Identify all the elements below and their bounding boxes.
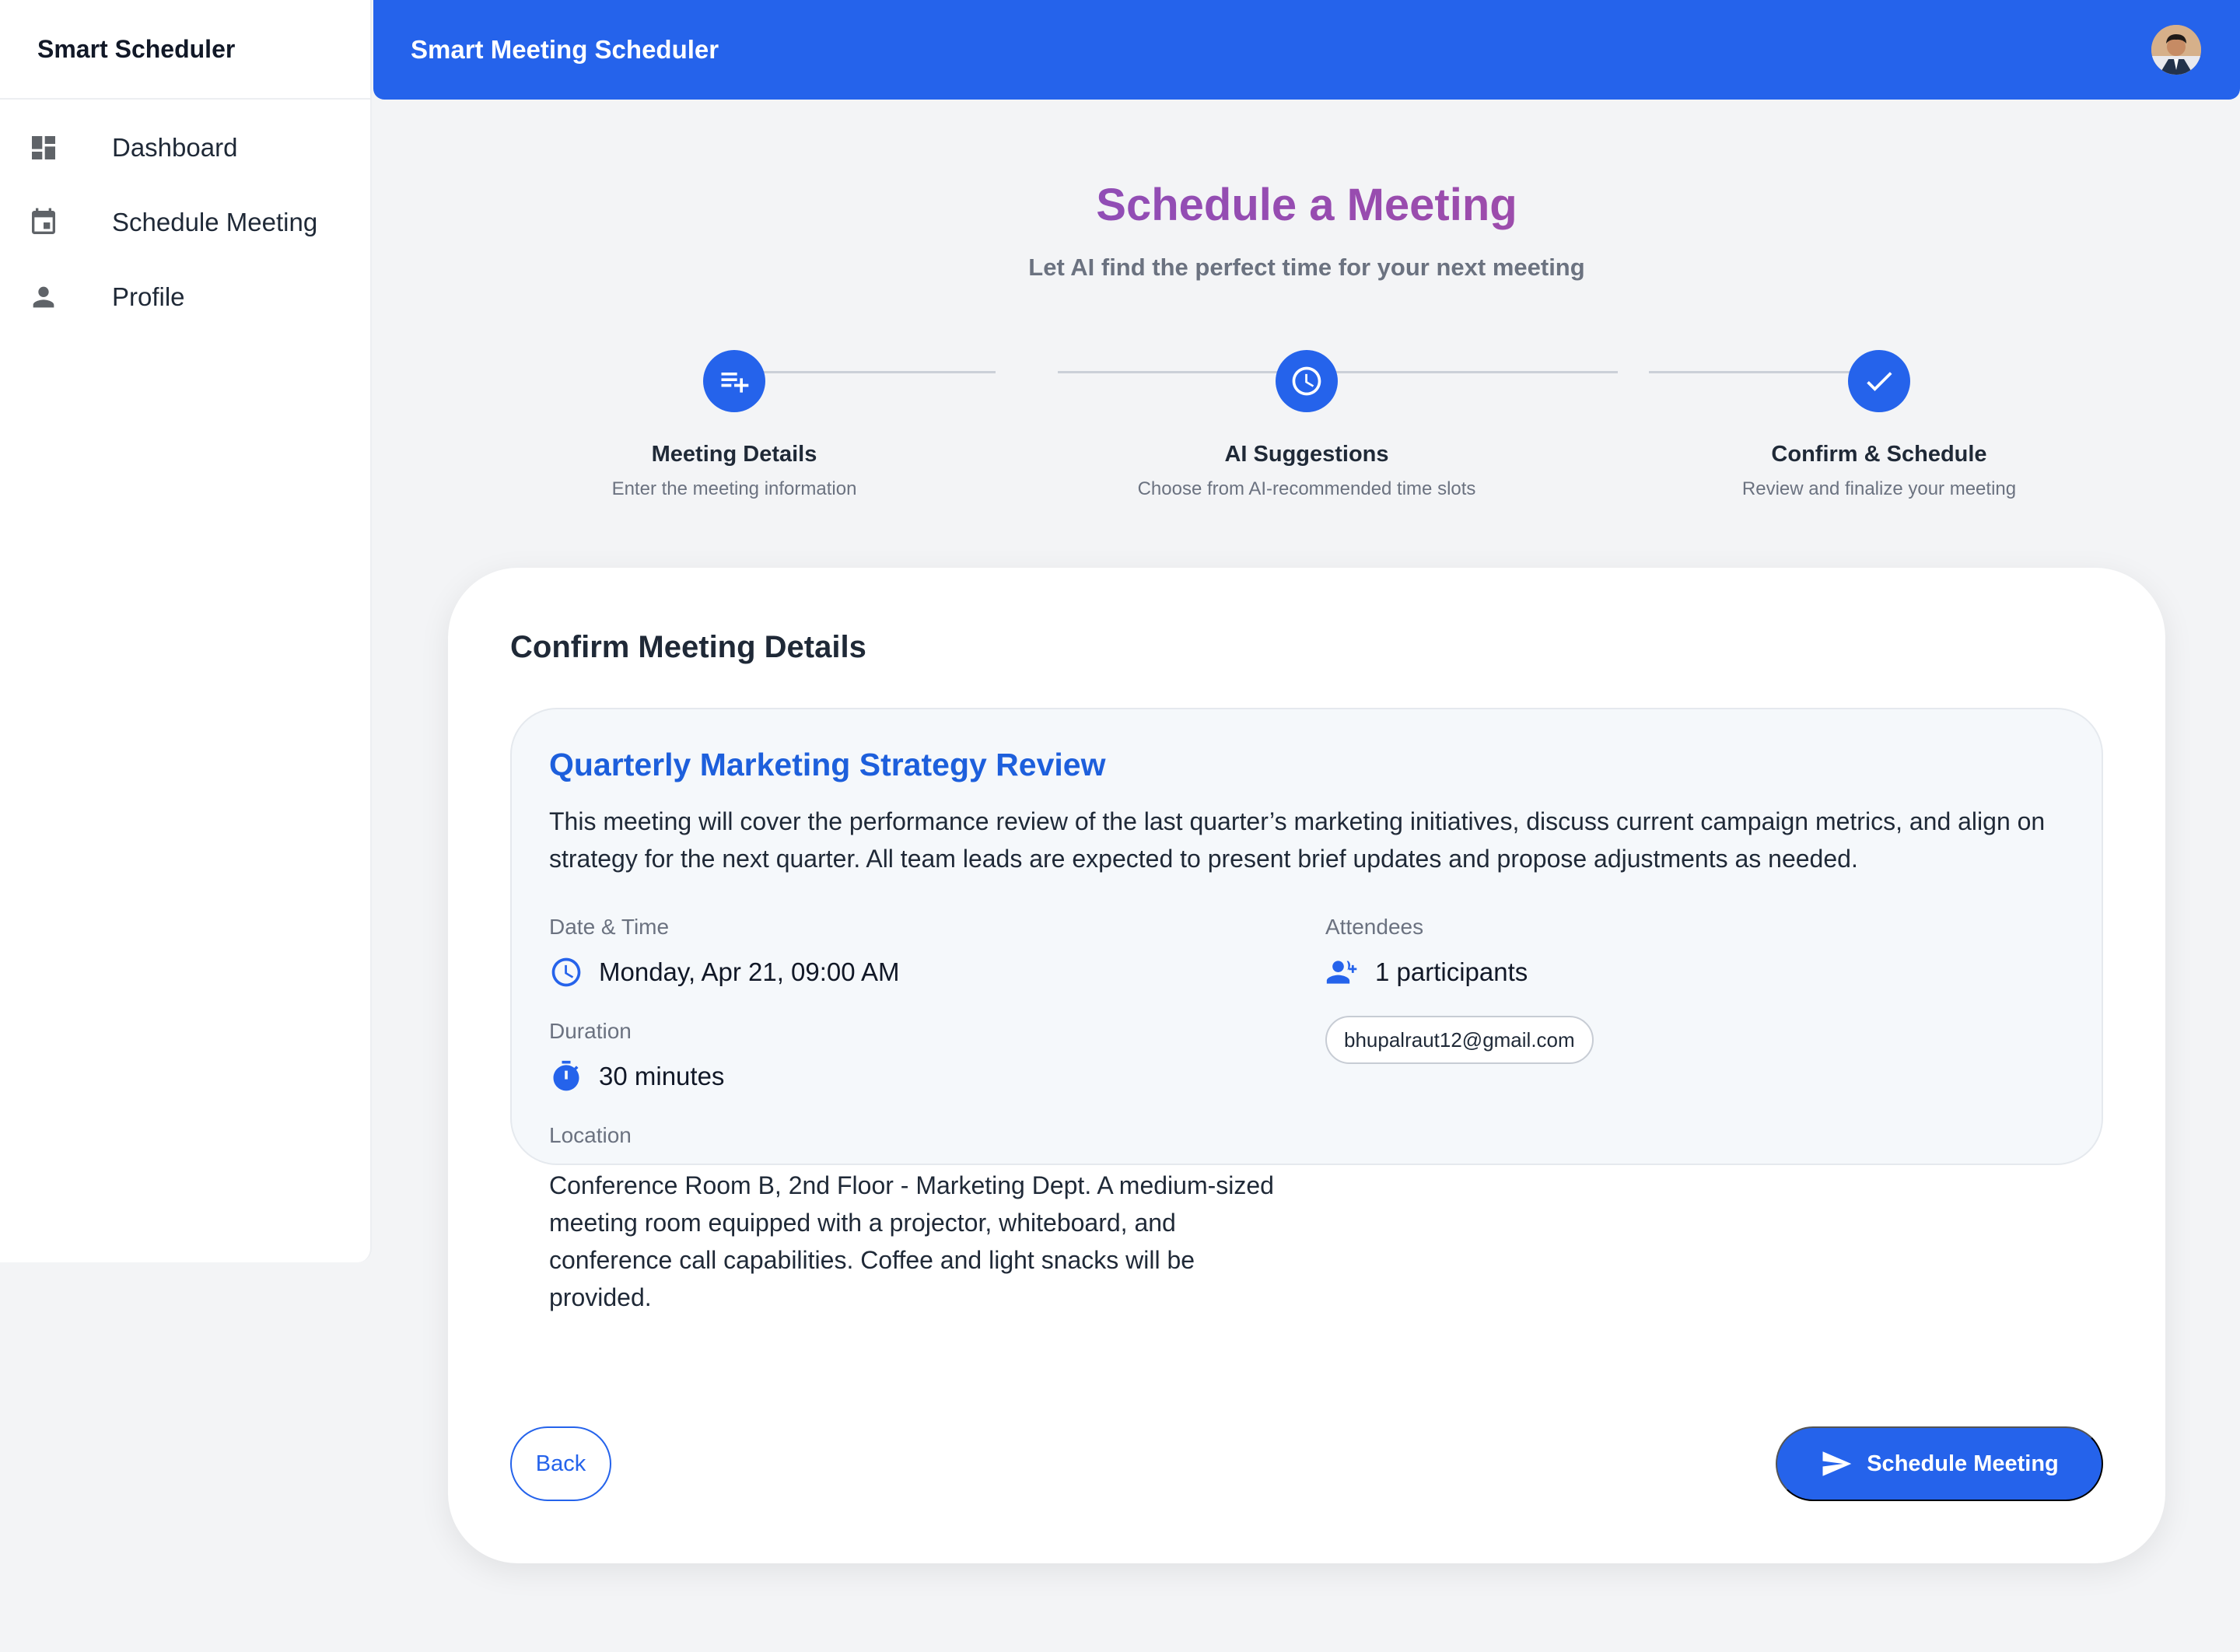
attendees-count-text: 1 participants [1375,957,1528,986]
attendees-count: 1 participants [1325,955,1528,989]
schedule-meeting-button[interactable]: Schedule Meeting [1776,1426,2103,1501]
step-title: Confirm & Schedule [1771,442,1987,467]
attendee-chip[interactable]: bhupalraut12@gmail.com [1325,1016,1594,1064]
app-title: Smart Meeting Scheduler [411,35,719,64]
step-title: AI Suggestions [1224,442,1389,467]
step-circle [1276,350,1338,412]
step-title: Meeting Details [651,442,817,467]
avatar[interactable] [2151,25,2201,75]
back-button[interactable]: Back [510,1426,611,1501]
stepper: Meeting Details Enter the meeting inform… [373,350,2240,506]
schedule-meeting-label: Schedule Meeting [1867,1451,2059,1476]
duration-label: Duration [549,1019,632,1043]
check-icon [1867,372,1892,391]
step-description: Enter the meeting information [611,478,857,499]
meeting-summary: Quarterly Marketing Strategy Review This… [510,708,2103,1311]
attendees-label: Attendees [1325,915,1424,939]
duration-value: 30 minutes [549,1059,724,1094]
clock-icon [551,957,581,987]
sidebar-item-label: Profile [112,282,185,311]
page-title: Schedule a Meeting [373,179,2240,231]
location-text: Conference Room B, 2nd Floor - Marketing… [549,1171,1274,1311]
datetime-label: Date & Time [549,915,670,939]
step-meeting-details: Meeting Details Enter the meeting inform… [501,350,968,500]
step-ai-suggestions: AI Suggestions Choose from AI-recommende… [1073,350,1540,500]
meeting-title: Quarterly Marketing Strategy Review [549,747,1106,782]
location-label: Location [549,1123,632,1147]
playlist-add-icon [721,373,749,393]
step-description: Review and finalize your meeting [1741,478,2017,499]
person-icon [0,282,112,313]
sidebar: Smart Scheduler Dashboard Schedule Meeti… [0,0,372,1262]
page-subtitle: Let AI find the perfect time for your ne… [1028,254,1585,281]
meeting-description: This meeting will cover the performance … [549,807,2046,873]
sidebar-item-schedule-meeting[interactable]: Schedule Meeting [0,185,370,260]
duration-text: 30 minutes [599,1062,725,1090]
datetime-value: Monday, Apr 21, 09:00 AM [549,955,899,989]
sidebar-nav: Dashboard Schedule Meeting Profile [0,100,370,334]
confirm-card: Confirm Meeting Details Quarterly Market… [448,568,2165,1563]
card-heading: Confirm Meeting Details [510,630,866,664]
send-icon [1822,1451,1852,1476]
group-add-icon [1326,961,1357,984]
calendar-icon [0,207,112,238]
clock-icon [1292,366,1321,396]
step-circle [1848,350,1910,412]
sidebar-brand: Smart Scheduler [0,0,370,100]
sidebar-item-label: Dashboard [112,133,238,162]
sidebar-item-dashboard[interactable]: Dashboard [0,110,370,185]
step-description: Choose from AI-recommended time slots [1137,478,1476,499]
step-circle [703,350,765,412]
dashboard-icon [0,132,112,163]
sidebar-item-profile[interactable]: Profile [0,260,370,334]
datetime-text: Monday, Apr 21, 09:00 AM [599,957,900,986]
timer-icon [553,1060,579,1091]
sidebar-item-label: Schedule Meeting [112,208,318,236]
step-confirm-schedule: Confirm & Schedule Review and finalize y… [1646,350,2112,500]
top-app-bar: Smart Meeting Scheduler [373,0,2240,100]
